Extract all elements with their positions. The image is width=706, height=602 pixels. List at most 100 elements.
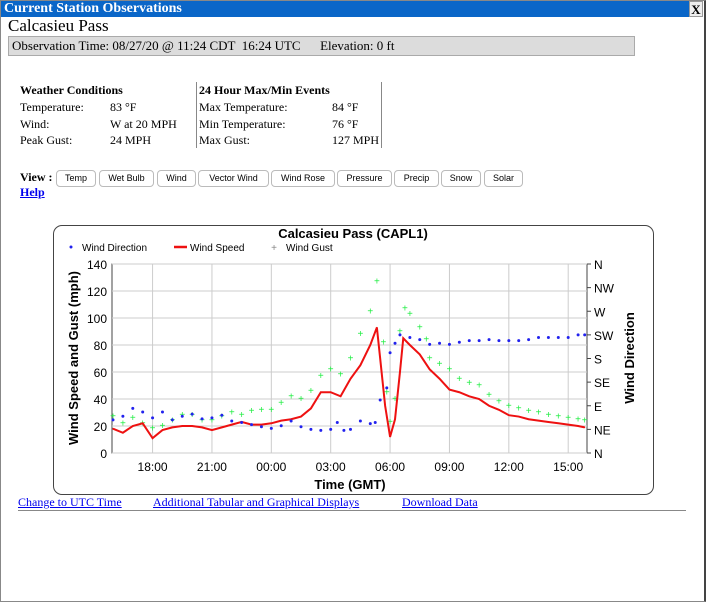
legend-gust-marker: + xyxy=(271,243,277,254)
direction-point xyxy=(121,414,125,418)
x-tick-label: 00:00 xyxy=(256,460,286,474)
gust-point: + xyxy=(189,410,195,421)
direction-point xyxy=(160,410,164,414)
direction-point xyxy=(180,414,184,418)
gust-point: + xyxy=(456,374,462,385)
direction-point xyxy=(388,351,392,355)
gust-point: + xyxy=(407,309,413,320)
speed-point xyxy=(191,425,193,427)
speed-point xyxy=(402,337,404,339)
direction-point xyxy=(329,427,333,431)
direction-point xyxy=(393,341,397,345)
gust-point: + xyxy=(486,390,492,401)
x-tick-label: 15:00 xyxy=(553,460,583,474)
direction-point xyxy=(190,412,194,416)
gust-point: + xyxy=(466,378,472,389)
y2-tick-label: N xyxy=(594,447,603,461)
legend-speed-label: Wind Speed xyxy=(190,243,244,254)
direction-point xyxy=(368,422,372,426)
gust-point: + xyxy=(239,410,245,421)
direction-point xyxy=(170,418,174,422)
y-tick-label: 100 xyxy=(87,312,107,326)
download-data-link[interactable]: Download Data xyxy=(402,495,478,510)
direction-point xyxy=(269,426,273,430)
speed-point xyxy=(171,426,173,428)
direction-point xyxy=(527,338,531,342)
divider xyxy=(18,510,686,511)
speed-point xyxy=(310,407,312,410)
speed-point xyxy=(231,424,233,426)
direction-point xyxy=(358,419,362,423)
speed-point xyxy=(567,424,569,426)
direction-point xyxy=(250,423,254,427)
additional-displays-link[interactable]: Additional Tabular and Graphical Display… xyxy=(153,495,359,510)
direction-point xyxy=(398,333,402,337)
speed-point xyxy=(394,418,396,420)
direction-point xyxy=(546,336,550,339)
y-tick-label: 40 xyxy=(94,393,108,407)
y-tick-label: 0 xyxy=(100,447,107,461)
y2-tick-label: N xyxy=(594,258,603,272)
direction-point xyxy=(457,340,461,344)
wind-chart: Calcasieu Pass (CAPL1) Wind Direction Wi… xyxy=(66,226,637,492)
gust-point: + xyxy=(374,277,380,288)
speed-point xyxy=(584,426,586,428)
direction-point xyxy=(583,333,587,337)
utc-time-link[interactable]: Change to UTC Time xyxy=(18,495,122,510)
gust-point: + xyxy=(582,416,588,427)
speed-point xyxy=(528,418,530,420)
y2-tick-label: W xyxy=(594,305,606,319)
gust-point: + xyxy=(506,401,512,412)
speed-point xyxy=(122,432,124,434)
speed-point xyxy=(547,421,550,423)
y2-tick-label: SW xyxy=(594,329,614,343)
speed-point xyxy=(429,368,431,370)
direction-point xyxy=(378,398,382,402)
speed-point xyxy=(389,436,391,438)
direction-point xyxy=(151,416,155,420)
speed-point xyxy=(557,422,559,424)
speed-point xyxy=(448,388,451,391)
speed-point xyxy=(518,415,520,418)
gust-point: + xyxy=(545,410,551,421)
gust-point: + xyxy=(130,413,136,424)
gust-point: + xyxy=(338,370,344,381)
speed-point xyxy=(537,420,540,422)
speed-point xyxy=(320,391,322,393)
speed-point xyxy=(221,426,223,428)
gust-point: + xyxy=(367,306,373,317)
direction-point xyxy=(385,386,389,390)
direction-point xyxy=(210,416,214,420)
y2-tick-label: S xyxy=(594,353,602,367)
speed-point xyxy=(300,415,302,418)
y2-tick-label: NW xyxy=(594,282,615,296)
direction-point xyxy=(220,413,224,417)
gust-point: + xyxy=(328,364,334,375)
legend-gust-label: Wind Gust xyxy=(286,243,333,254)
x-tick-label: 21:00 xyxy=(197,460,227,474)
direction-point xyxy=(517,339,521,343)
y2-axis-label: Wind Direction xyxy=(622,312,637,404)
gust-point: + xyxy=(308,386,314,397)
speed-point xyxy=(376,326,378,329)
direction-point xyxy=(507,339,511,343)
gust-point: + xyxy=(298,394,304,405)
y-tick-label: 80 xyxy=(94,339,108,353)
speed-point xyxy=(142,422,144,424)
direction-point xyxy=(342,428,346,432)
gust-point: + xyxy=(565,413,571,424)
direction-point xyxy=(477,339,481,343)
speed-point xyxy=(369,344,371,346)
direction-point xyxy=(348,427,352,431)
direction-point xyxy=(240,421,244,425)
legend-direction-marker xyxy=(69,245,73,249)
speed-point xyxy=(577,425,579,427)
direction-point xyxy=(299,425,303,429)
direction-point xyxy=(438,341,442,345)
gust-point: + xyxy=(199,416,205,427)
direction-point xyxy=(373,421,377,425)
gust-point: + xyxy=(120,418,126,429)
direction-point xyxy=(259,425,263,429)
gust-point: + xyxy=(357,329,363,340)
gust-point: + xyxy=(447,364,453,375)
